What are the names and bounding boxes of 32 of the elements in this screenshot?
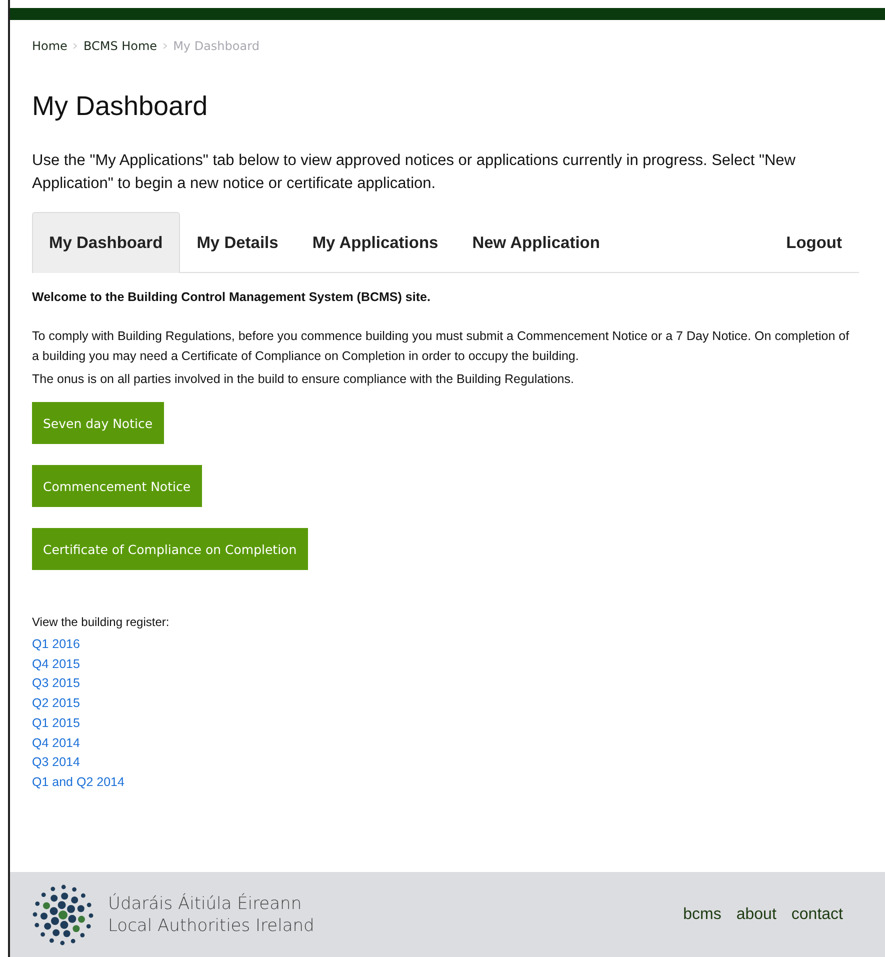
- application-button[interactable]: Commencement Notice: [32, 465, 202, 507]
- page-title: My Dashboard: [32, 91, 209, 122]
- footer-link[interactable]: contact: [791, 906, 843, 924]
- application-button[interactable]: Certificate of Compliance on Completion: [32, 528, 308, 570]
- register-link[interactable]: Q2 2015: [32, 694, 859, 714]
- tab[interactable]: New Application: [455, 212, 617, 273]
- register-link[interactable]: Q1 and Q2 2014: [32, 772, 859, 793]
- logo-text: Local Authorities Ireland: [108, 914, 314, 936]
- welcome-text: Welcome to the Building Control Management System (BCMS) site.: [32, 290, 432, 304]
- tab[interactable]: My Details: [180, 212, 296, 273]
- application-button[interactable]: Seven day Notice: [32, 402, 164, 444]
- breadcrumb-current: My Dashboard: [173, 39, 260, 53]
- register-link[interactable]: Q1 2015: [32, 714, 859, 734]
- register-link[interactable]: Q4 2014: [32, 734, 859, 754]
- register-link[interactable]: Q4 2015: [32, 654, 859, 674]
- logout-link[interactable]: Logout: [769, 212, 859, 273]
- footer-link[interactable]: bcms: [683, 906, 722, 924]
- chevron-icon: [163, 43, 168, 49]
- chevron-icon: [73, 43, 78, 49]
- tab[interactable]: My Dashboard: [32, 212, 180, 273]
- intro-text: Use the "My Applications" tab below to view approved notices or applications currently in progress. Select "New Application" to begin a new notice or certificate application.: [32, 151, 796, 194]
- breadcrumb-link[interactable]: BCMS Home: [83, 39, 158, 53]
- register-link[interactable]: Q3 2014: [32, 753, 859, 773]
- register-link[interactable]: Q1 2016: [32, 635, 859, 655]
- register-link[interactable]: Q3 2015: [32, 674, 859, 694]
- breadcrumb-link[interactable]: Home: [32, 39, 68, 53]
- logo-text: Údaráis Áitiúla Éireann: [108, 892, 303, 914]
- body-text: To comply with Building Regulations, before you commence building you must submit a Commencement Notice or a 7 Day Notice. On completion of a building you may need a Certificate of Compliance on Completion in order to occupy the building.: [32, 328, 850, 365]
- register-label: View the building register:: [32, 615, 170, 629]
- body-text: The onus is on all parties involved in the build to ensure compliance with the Building Regulations.: [32, 371, 575, 388]
- footer-link[interactable]: about: [736, 906, 776, 924]
- tab[interactable]: My Applications: [295, 212, 456, 273]
